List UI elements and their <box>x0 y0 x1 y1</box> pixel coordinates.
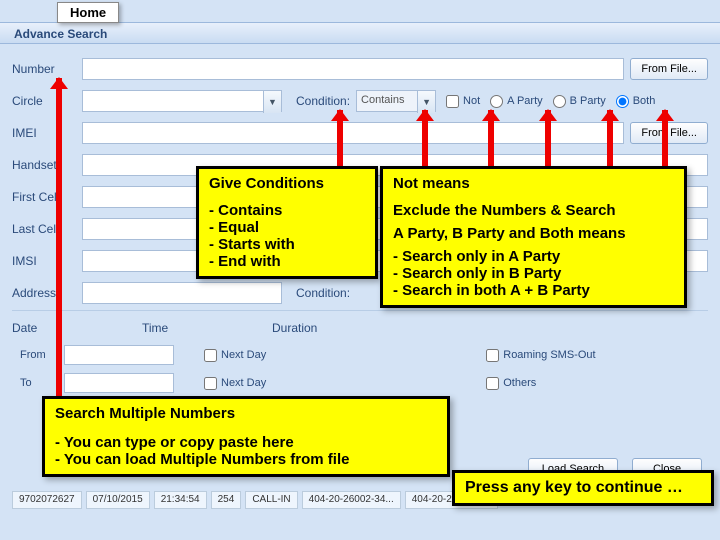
label-imsi: IMSI <box>12 254 82 268</box>
cell-type: CALL-IN <box>245 491 297 509</box>
arrow-not <box>488 110 494 170</box>
arrow-condition <box>337 110 343 170</box>
cell-dur: 254 <box>211 491 242 509</box>
label-handset: Handset <box>12 158 82 172</box>
label-time: Time <box>142 321 212 335</box>
not-checkbox[interactable]: Not <box>446 95 480 108</box>
from-file-button-number[interactable]: From File... <box>630 58 708 80</box>
from-file-button-imei[interactable]: From File... <box>630 122 708 144</box>
date-from-field[interactable] <box>64 345 174 365</box>
label-address: Address <box>12 286 82 300</box>
others-checkbox[interactable]: Others <box>486 377 536 390</box>
roaming-checkbox[interactable]: Roaming SMS-Out <box>486 349 595 362</box>
arrow-both <box>662 110 668 170</box>
chevron-down-icon[interactable]: ▼ <box>263 91 281 113</box>
label-imei: IMEI <box>12 126 82 140</box>
cell-time: 21:34:54 <box>154 491 207 509</box>
label-date: Date <box>12 321 82 335</box>
imei-field[interactable] <box>82 122 624 144</box>
section-title: Advance Search <box>0 22 720 44</box>
arrow-number <box>56 78 62 408</box>
nextday-checkbox-to[interactable]: Next Day <box>204 377 266 390</box>
date-to-field[interactable] <box>64 373 174 393</box>
callout-not-means: Not means Exclude the Numbers & Search A… <box>380 166 687 308</box>
callout-multi: Search Multiple Numbers - You can type o… <box>42 396 450 477</box>
label-firstcell: First Cell <box>12 190 82 204</box>
arrow-aparty <box>545 110 551 170</box>
label-number: Number <box>12 62 82 76</box>
number-field[interactable] <box>82 58 624 80</box>
bparty-radio[interactable]: B Party <box>553 95 606 108</box>
cell-number: 9702072627 <box>12 491 82 509</box>
cell-c6: 404-20-26002-34... <box>302 491 401 509</box>
cell-date: 07/10/2015 <box>86 491 150 509</box>
label-condition-addr: Condition: <box>296 286 350 300</box>
both-radio[interactable]: Both <box>616 95 656 108</box>
label-lastcell: Last Cell <box>12 222 82 236</box>
arrow-contains <box>422 110 428 170</box>
arrow-bparty <box>607 110 613 170</box>
label-duration: Duration <box>272 321 342 335</box>
callout-give-conditions: Give Conditions - Contains - Equal - Sta… <box>196 166 378 279</box>
callout-press-key: Press any key to continue … <box>452 470 714 506</box>
address-field[interactable] <box>82 282 282 304</box>
circle-combo[interactable]: ▼ <box>82 90 282 112</box>
label-circle: Circle <box>12 94 82 108</box>
nextday-checkbox-from[interactable]: Next Day <box>204 349 266 362</box>
tab-home[interactable]: Home <box>57 2 119 23</box>
